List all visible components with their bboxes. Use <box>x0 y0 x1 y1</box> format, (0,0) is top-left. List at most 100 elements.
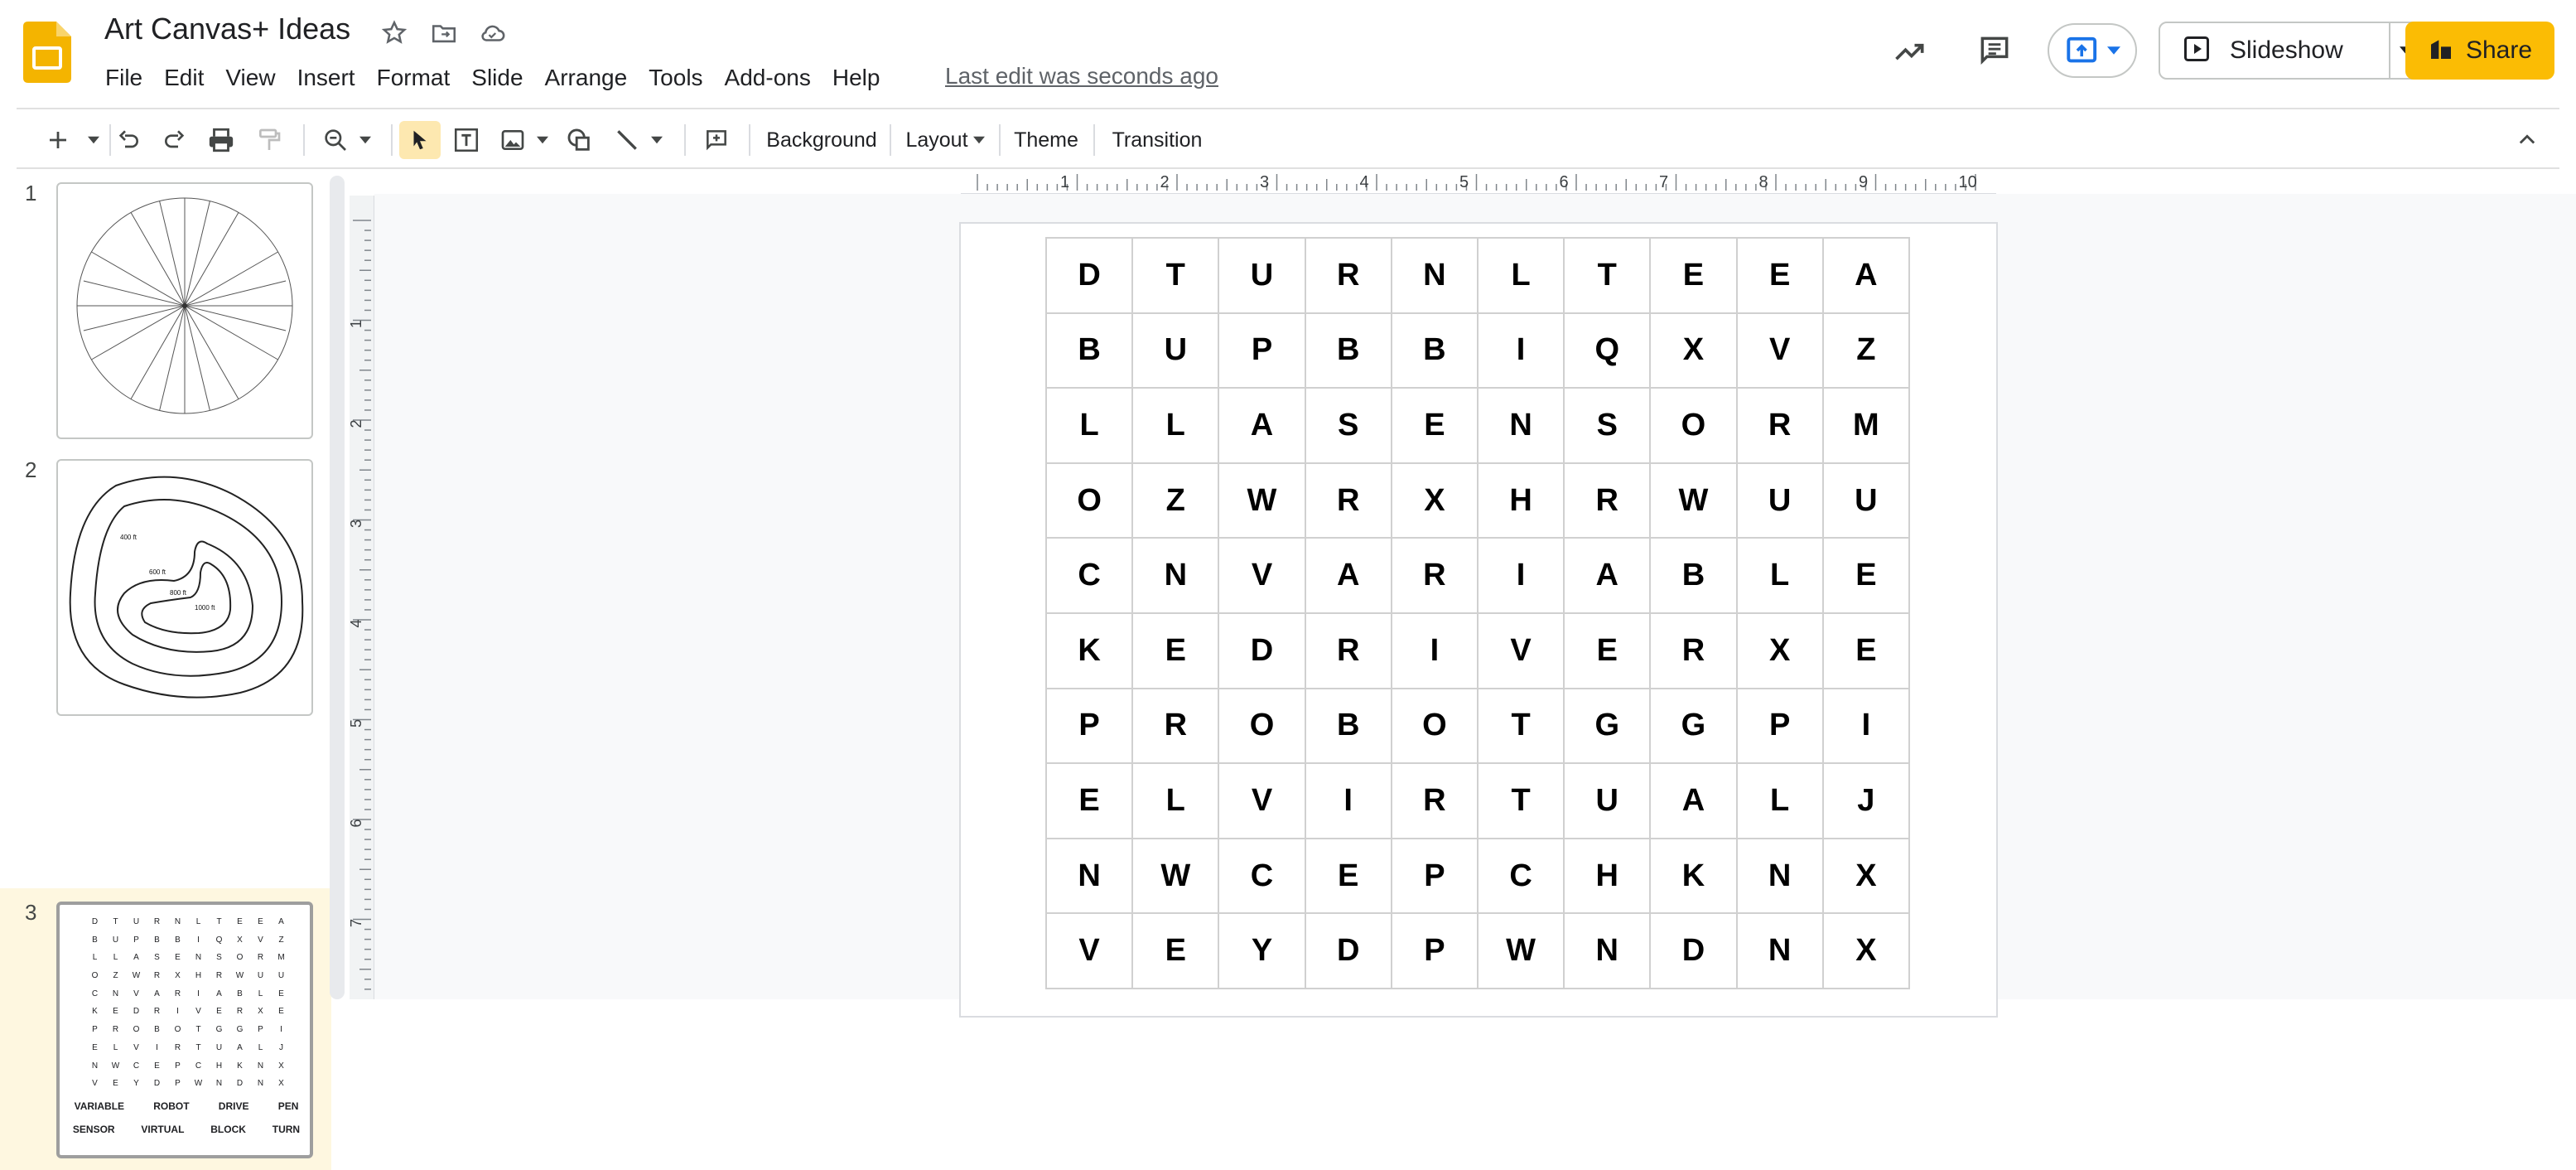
grid-cell[interactable]: P <box>1044 687 1134 765</box>
grid-cell[interactable]: E <box>1044 762 1134 839</box>
grid-cell[interactable]: R <box>1563 462 1652 539</box>
grid-cell[interactable]: X <box>1735 612 1824 689</box>
grid-cell[interactable]: R <box>1649 612 1738 689</box>
grid-cell[interactable]: N <box>1735 912 1824 989</box>
grid-cell[interactable]: L <box>1131 387 1220 464</box>
menu-view[interactable]: View <box>215 65 286 91</box>
grid-cell[interactable]: X <box>1821 912 1911 989</box>
grid-cell[interactable]: Z <box>1131 462 1220 539</box>
grid-cell[interactable]: X <box>1649 312 1738 389</box>
grid-cell[interactable]: D <box>1649 912 1738 989</box>
grid-cell[interactable]: L <box>1131 762 1220 839</box>
grid-cell[interactable]: I <box>1476 312 1565 389</box>
background-button[interactable]: Background <box>764 121 880 159</box>
grid-cell[interactable]: H <box>1476 462 1565 539</box>
grid-cell[interactable]: E <box>1821 612 1911 689</box>
grid-cell[interactable]: U <box>1563 762 1652 839</box>
grid-cell[interactable]: B <box>1044 312 1134 389</box>
menu-addons[interactable]: Add-ons <box>714 65 822 91</box>
grid-cell[interactable]: O <box>1044 462 1134 539</box>
grid-cell[interactable]: L <box>1044 387 1134 464</box>
grid-cell[interactable]: Y <box>1218 912 1306 989</box>
grid-cell[interactable]: B <box>1304 312 1392 389</box>
grid-cell[interactable]: R <box>1304 612 1392 689</box>
share-button[interactable]: Share <box>2405 22 2554 80</box>
grid-cell[interactable]: E <box>1131 612 1220 689</box>
grid-cell[interactable]: O <box>1218 687 1306 765</box>
theme-button[interactable]: Theme <box>1009 121 1083 159</box>
comments-icon[interactable] <box>1973 30 2016 71</box>
text-box-icon[interactable] <box>446 121 487 159</box>
grid-cell[interactable]: K <box>1044 612 1134 689</box>
grid-cell[interactable]: C <box>1044 537 1134 614</box>
menu-edit[interactable]: Edit <box>153 65 215 91</box>
slides-logo[interactable] <box>23 22 71 83</box>
line-icon[interactable] <box>606 121 648 159</box>
star-icon[interactable] <box>378 17 411 50</box>
grid-cell[interactable]: L <box>1476 237 1565 314</box>
grid-cell[interactable]: U <box>1131 312 1220 389</box>
grid-cell[interactable]: N <box>1563 912 1652 989</box>
zoom-dropdown-icon[interactable] <box>355 121 376 159</box>
grid-cell[interactable]: N <box>1390 237 1479 314</box>
new-slide-icon[interactable] <box>33 121 83 159</box>
grid-cell[interactable]: W <box>1649 462 1738 539</box>
slide-thumbnail-1[interactable] <box>56 182 313 439</box>
menu-arrange[interactable]: Arrange <box>534 65 639 91</box>
grid-cell[interactable]: G <box>1649 687 1738 765</box>
grid-cell[interactable]: R <box>1304 237 1392 314</box>
grid-cell[interactable]: R <box>1131 687 1220 765</box>
grid-cell[interactable]: L <box>1735 537 1824 614</box>
cloud-saved-icon[interactable] <box>475 17 509 50</box>
grid-cell[interactable]: D <box>1304 912 1392 989</box>
grid-cell[interactable]: W <box>1131 837 1220 915</box>
grid-cell[interactable]: J <box>1821 762 1911 839</box>
menu-file[interactable]: File <box>94 65 153 91</box>
grid-cell[interactable]: I <box>1476 537 1565 614</box>
grid-cell[interactable]: Q <box>1563 312 1652 389</box>
grid-cell[interactable]: E <box>1649 237 1738 314</box>
grid-cell[interactable]: R <box>1304 462 1392 539</box>
grid-cell[interactable]: D <box>1218 612 1306 689</box>
grid-cell[interactable]: N <box>1476 387 1565 464</box>
grid-cell[interactable]: I <box>1390 612 1479 689</box>
grid-cell[interactable]: M <box>1821 387 1911 464</box>
grid-cell[interactable]: R <box>1735 387 1824 464</box>
grid-cell[interactable]: V <box>1735 312 1824 389</box>
grid-cell[interactable]: S <box>1304 387 1392 464</box>
grid-cell[interactable]: W <box>1218 462 1306 539</box>
grid-cell[interactable]: P <box>1390 912 1479 989</box>
grid-cell[interactable]: A <box>1563 537 1652 614</box>
shape-icon[interactable] <box>558 121 600 159</box>
grid-cell[interactable]: E <box>1821 537 1911 614</box>
grid-cell[interactable]: N <box>1735 837 1824 915</box>
grid-cell[interactable]: E <box>1304 837 1392 915</box>
grid-cell[interactable]: O <box>1649 387 1738 464</box>
grid-cell[interactable]: R <box>1390 537 1479 614</box>
grid-cell[interactable]: E <box>1390 387 1479 464</box>
collapse-icon[interactable] <box>2506 121 2548 159</box>
grid-cell[interactable]: T <box>1476 687 1565 765</box>
grid-cell[interactable]: P <box>1218 312 1306 389</box>
grid-cell[interactable]: X <box>1821 837 1911 915</box>
line-dropdown-icon[interactable] <box>646 121 668 159</box>
grid-cell[interactable]: X <box>1390 462 1479 539</box>
grid-cell[interactable]: T <box>1563 237 1652 314</box>
grid-cell[interactable]: D <box>1044 237 1134 314</box>
grid-cell[interactable]: A <box>1821 237 1911 314</box>
image-icon[interactable] <box>492 121 533 159</box>
present-to-meeting-button[interactable] <box>2048 23 2137 78</box>
slideshow-button[interactable]: Slideshow <box>2159 22 2390 80</box>
grid-cell[interactable]: O <box>1390 687 1479 765</box>
move-icon[interactable] <box>427 17 461 50</box>
grid-cell[interactable]: U <box>1735 462 1824 539</box>
grid-cell[interactable]: T <box>1131 237 1220 314</box>
layout-button[interactable]: Layout <box>900 121 991 159</box>
grid-cell[interactable]: I <box>1304 762 1392 839</box>
activity-icon[interactable] <box>1889 31 1932 71</box>
grid-cell[interactable]: L <box>1735 762 1824 839</box>
grid-cell[interactable]: V <box>1218 762 1306 839</box>
last-edit-link[interactable]: Last edit was seconds ago <box>945 63 1218 89</box>
grid-cell[interactable]: A <box>1304 537 1392 614</box>
grid-cell[interactable]: S <box>1563 387 1652 464</box>
